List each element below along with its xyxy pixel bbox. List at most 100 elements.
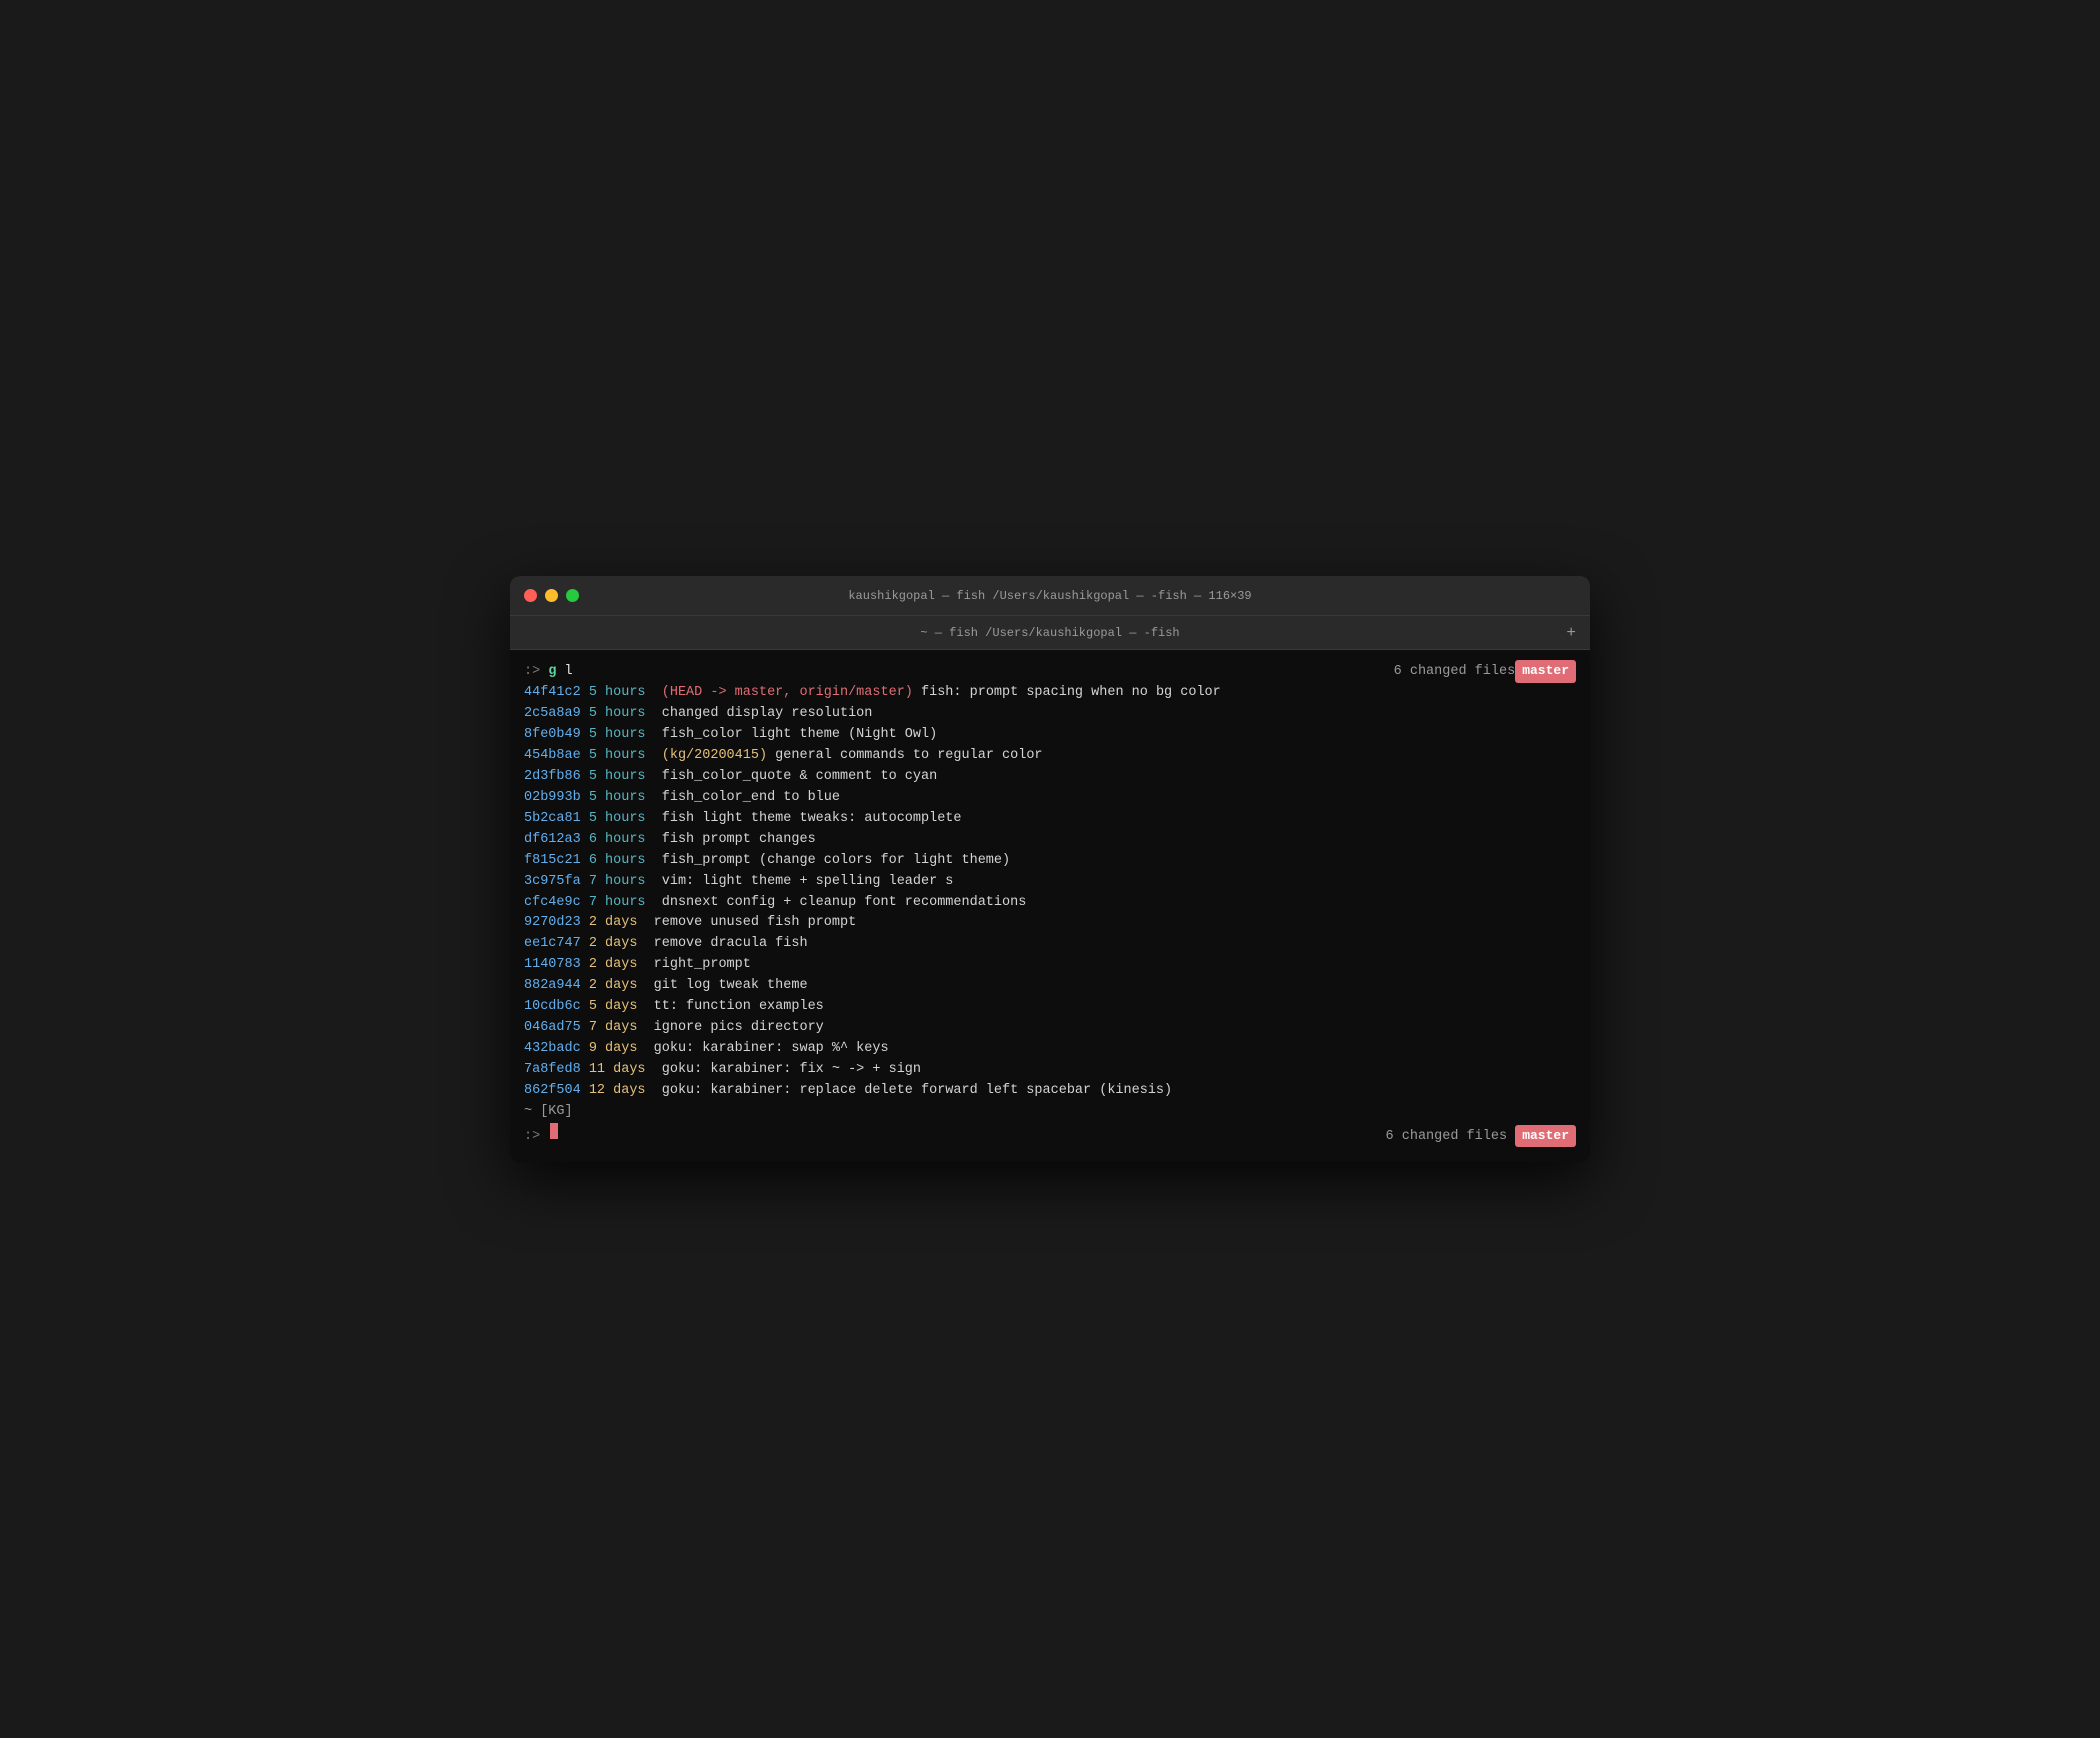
commit-hash: 8fe0b49 [524,725,581,746]
window-title: kaushikgopal — fish /Users/kaushikgopal … [848,589,1251,603]
commit-hash: df612a3 [524,830,581,851]
commit-hash: 2d3fb86 [524,767,581,788]
commit-message: remove unused fish prompt [654,913,857,934]
commit-message: goku: karabiner: swap %^ keys [654,1039,889,1060]
commit-message: fish: prompt spacing when no bg color [913,683,1221,704]
command-rest: l [556,662,572,683]
commit-hash: 046ad75 [524,1018,581,1039]
commit-hash: 862f504 [524,1081,581,1102]
commit-row: 5b2ca81 5 hours fish light theme tweaks:… [524,809,1576,830]
commit-message: fish_color_quote & comment to cyan [662,767,937,788]
commit-time: 2 days [589,934,638,955]
commit-message: git log tweak theme [654,976,808,997]
commit-row: 3c975fa 7 hours vim: light theme + spell… [524,872,1576,893]
commit-time: 7 days [589,1018,638,1039]
close-button[interactable] [524,589,537,602]
commit-hash: 3c975fa [524,872,581,893]
commit-row: 454b8ae 5 hours (kg/20200415) general co… [524,746,1576,767]
commit-row: 44f41c2 5 hours (HEAD -> master, origin/… [524,683,1576,704]
bottom-status-line: :> 6 changed files master [524,1123,1576,1148]
commit-row: df612a3 6 hours fish prompt changes [524,830,1576,851]
commit-time: 7 hours [589,872,646,893]
commit-row: 046ad75 7 days ignore pics directory [524,1018,1576,1039]
commit-hash: 02b993b [524,788,581,809]
commit-message: general commands to regular color [767,746,1042,767]
commit-hash: 9270d23 [524,913,581,934]
commit-ref: (HEAD -> master, origin/master) [662,683,913,704]
commit-message: dnsnext config + cleanup font recommenda… [662,893,1027,914]
commit-time: 2 days [589,976,638,997]
commit-hash: 882a944 [524,976,581,997]
commit-message: tt: function examples [654,997,824,1018]
commit-message: fish_color light theme (Night Owl) [662,725,937,746]
commit-row: 882a944 2 days git log tweak theme [524,976,1576,997]
bottom-changed-files: 6 changed files [1386,1127,1508,1148]
commit-message: goku: karabiner: replace delete forward … [662,1081,1172,1102]
commit-row: f815c21 6 hours fish_prompt (change colo… [524,851,1576,872]
commit-time: 6 hours [589,851,646,872]
commit-message: fish light theme tweaks: autocomplete [662,809,962,830]
commit-time: 6 hours [589,830,646,851]
commit-row: 862f504 12 days goku: karabiner: replace… [524,1081,1576,1102]
bottom-prompt: :> [524,1127,548,1148]
commit-hash: 454b8ae [524,746,581,767]
commit-message: changed display resolution [662,704,873,725]
commit-row: ee1c747 2 days remove dracula fish [524,934,1576,955]
commit-row: cfc4e9c 7 hours dnsnext config + cleanup… [524,893,1576,914]
cursor [550,1123,558,1139]
commit-row: 2d3fb86 5 hours fish_color_quote & comme… [524,767,1576,788]
commit-time: 2 days [589,913,638,934]
minimize-button[interactable] [545,589,558,602]
terminal-body: :> g l 6 changed files master 44f41c2 5 … [510,650,1590,1161]
commit-time: 5 hours [589,788,646,809]
top-branch-badge: master [1515,660,1576,682]
commit-hash: 432badc [524,1039,581,1060]
bottom-branch-badge: master [1515,1125,1576,1147]
commit-message: vim: light theme + spelling leader s [662,872,954,893]
commit-row: 9270d23 2 days remove unused fish prompt [524,913,1576,934]
maximize-button[interactable] [566,589,579,602]
tilde-kg-line: ~ [KG] [524,1102,1576,1123]
tilde-kg: ~ [KG] [524,1102,573,1123]
commit-message: goku: karabiner: fix ~ -> + sign [662,1060,921,1081]
commit-time: 12 days [589,1081,646,1102]
commit-row: 2c5a8a9 5 hours changed display resoluti… [524,704,1576,725]
commit-time: 11 days [589,1060,646,1081]
commit-hash: 5b2ca81 [524,809,581,830]
commit-row: 7a8fed8 11 days goku: karabiner: fix ~ -… [524,1060,1576,1081]
commit-hash: f815c21 [524,851,581,872]
commit-row: 1140783 2 days right_prompt [524,955,1576,976]
commit-hash: 7a8fed8 [524,1060,581,1081]
commit-time: 9 days [589,1039,638,1060]
commit-time: 7 hours [589,893,646,914]
prompt-prefix: :> [524,662,548,683]
tab-label[interactable]: ~ — fish /Users/kaushikgopal — -fish [920,626,1179,640]
commit-time: 5 hours [589,725,646,746]
command-line: :> g l 6 changed files master [524,660,1576,683]
commit-time: 5 hours [589,746,646,767]
commit-time: 5 hours [589,683,646,704]
commit-hash: 10cdb6c [524,997,581,1018]
commit-time: 5 hours [589,809,646,830]
commit-time: 2 days [589,955,638,976]
commit-message: fish_prompt (change colors for light the… [662,851,1010,872]
commit-message: ignore pics directory [654,1018,824,1039]
traffic-lights [524,589,579,602]
commit-time: 5 hours [589,704,646,725]
command-g: g [548,662,556,683]
commit-hash: ee1c747 [524,934,581,955]
commit-hash: 44f41c2 [524,683,581,704]
commit-row: 432badc 9 days goku: karabiner: swap %^ … [524,1039,1576,1060]
terminal-window: kaushikgopal — fish /Users/kaushikgopal … [510,576,1590,1161]
commit-hash: cfc4e9c [524,893,581,914]
commit-time: 5 hours [589,767,646,788]
commit-row: 8fe0b49 5 hours fish_color light theme (… [524,725,1576,746]
commit-message: fish_color_end to blue [662,788,840,809]
commit-message: fish prompt changes [662,830,816,851]
commit-hash: 1140783 [524,955,581,976]
commit-row: 10cdb6c 5 days tt: function examples [524,997,1576,1018]
commit-kg-ref: (kg/20200415) [662,746,767,767]
titlebar: kaushikgopal — fish /Users/kaushikgopal … [510,576,1590,616]
commit-message: remove dracula fish [654,934,808,955]
new-tab-button[interactable]: + [1566,624,1576,642]
